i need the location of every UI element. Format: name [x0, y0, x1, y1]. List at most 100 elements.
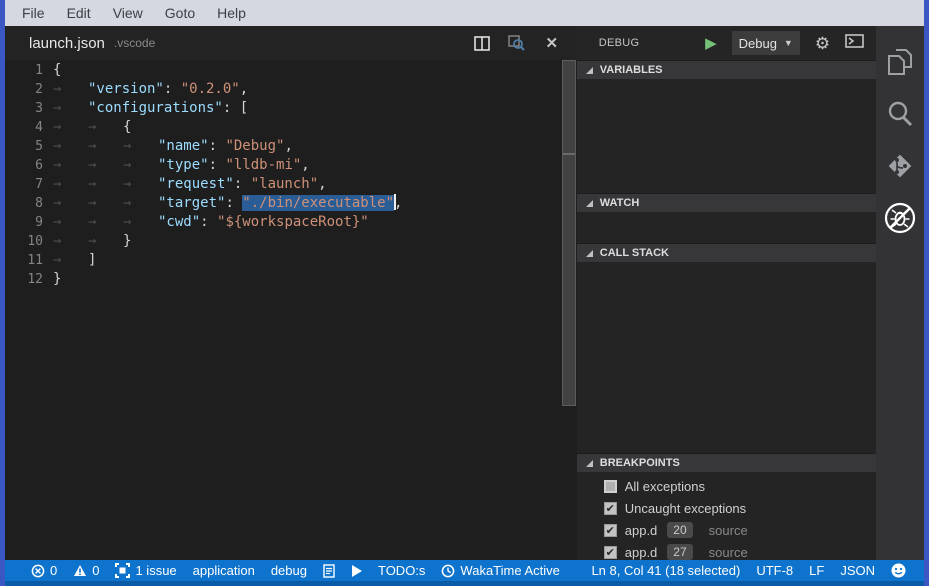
debug-icon[interactable] [876, 192, 924, 244]
tab-whitespace-arrow: → [123, 175, 158, 194]
status-item-label: Ln 8, Col 41 (18 selected) [591, 563, 740, 578]
section-label: CALL STACK [600, 247, 669, 259]
tab-whitespace-arrow: → [88, 118, 123, 137]
breakpoint-row[interactable]: ✔app.d20source [577, 519, 876, 541]
code-line[interactable]: 4→→{ [5, 118, 577, 137]
code-line[interactable]: 10→→} [5, 232, 577, 251]
breakpoint-label: app.d [625, 523, 658, 538]
clock-icon [441, 564, 455, 578]
menu-item-view[interactable]: View [102, 5, 154, 21]
call-stack-body [577, 262, 876, 453]
breakpoint-checkbox[interactable]: ✔ [604, 546, 617, 559]
section-header-variables[interactable]: VARIABLES [577, 60, 876, 79]
breakpoint-label: All exceptions [625, 479, 705, 494]
start-debug-button[interactable]: ▶ [705, 36, 717, 51]
smiley-icon [891, 563, 906, 578]
line-number: 8 [5, 194, 43, 213]
tab-whitespace-arrow: → [88, 194, 123, 213]
preview-icon[interactable] [508, 34, 526, 52]
close-editor-icon[interactable]: ✕ [543, 34, 561, 52]
configure-gear-icon[interactable]: ⚙ [815, 35, 830, 52]
debug-config-dropdown[interactable]: Debug ▼ [732, 31, 800, 55]
breakpoint-row[interactable]: ✔app.d27source [577, 541, 876, 560]
debug-console-icon[interactable] [845, 34, 864, 53]
section-header-call-stack[interactable]: CALL STACK [577, 243, 876, 262]
menu-item-edit[interactable]: Edit [56, 5, 102, 21]
breakpoint-checkbox[interactable] [604, 480, 617, 493]
menu-item-goto[interactable]: Goto [154, 5, 206, 21]
breakpoint-row[interactable]: ✔Uncaught exceptions [577, 497, 876, 519]
code-line[interactable]: 3→"configurations": [ [5, 99, 577, 118]
status-item[interactable]: application [185, 563, 263, 578]
tab-whitespace-arrow: → [123, 213, 158, 232]
code-token: , [240, 81, 248, 97]
code-line[interactable]: 7→→→"request": "launch", [5, 175, 577, 194]
git-icon[interactable] [876, 140, 924, 192]
status-item-error[interactable]: 0 [23, 563, 65, 578]
code-line[interactable]: 6→→→"type": "lldb-mi", [5, 156, 577, 175]
collapse-arrow-icon [586, 460, 593, 467]
status-item[interactable]: Ln 8, Col 41 (18 selected) [583, 563, 748, 578]
code-editor[interactable]: 1{2→"version": "0.2.0",3→"configurations… [5, 60, 577, 560]
files-icon[interactable] [876, 36, 924, 88]
tab-whitespace-arrow: → [53, 232, 88, 251]
status-item-clock[interactable]: WakaTime Active [433, 563, 567, 578]
line-number: 7 [5, 175, 43, 194]
breakpoint-origin: source [709, 545, 748, 560]
status-item-label: WakaTime Active [460, 563, 559, 578]
code-line[interactable]: 9→→→"cwd": "${workspaceRoot}" [5, 213, 577, 232]
code-token: "cwd" [158, 214, 200, 230]
code-token: } [123, 233, 131, 249]
code-token: } [53, 271, 61, 287]
code-token: : [234, 176, 251, 192]
status-item-label: JSON [840, 563, 875, 578]
code-line[interactable]: 8→→→"target": "./bin/executable", [5, 194, 577, 213]
breakpoint-checkbox[interactable]: ✔ [604, 502, 617, 515]
line-number: 12 [5, 270, 43, 289]
section-label: WATCH [600, 197, 640, 209]
menu-item-help[interactable]: Help [206, 5, 257, 21]
status-item-play[interactable] [343, 565, 370, 577]
line-number: 1 [5, 61, 43, 80]
debug-sidebar: DEBUG ▶ Debug ▼ ⚙ [577, 26, 876, 560]
split-editor-icon[interactable] [473, 34, 491, 52]
status-item-smiley[interactable] [883, 563, 914, 578]
code-token: "version" [88, 81, 164, 97]
status-item[interactable]: UTF-8 [748, 563, 801, 578]
status-item[interactable]: JSON [832, 563, 883, 578]
tab-whitespace-arrow: → [53, 213, 88, 232]
line-number: 9 [5, 213, 43, 232]
watch-body [577, 212, 876, 243]
status-item[interactable]: LF [801, 563, 832, 578]
code-line[interactable]: 5→→→"name": "Debug", [5, 137, 577, 156]
warning-icon [73, 564, 87, 577]
section-header-watch[interactable]: WATCH [577, 193, 876, 212]
line-number: 6 [5, 156, 43, 175]
code-token: : [223, 100, 240, 116]
play-icon [351, 565, 362, 577]
menu-item-file[interactable]: File [11, 5, 56, 21]
line-number: 4 [5, 118, 43, 137]
code-line[interactable]: 12} [5, 270, 577, 289]
code-line[interactable]: 11→] [5, 251, 577, 270]
collapse-arrow-icon [586, 67, 593, 74]
tab-whitespace-arrow: → [53, 137, 88, 156]
status-item-label: TODO:s [378, 563, 425, 578]
status-item[interactable]: TODO:s [370, 563, 433, 578]
selected-text: "./bin/executable" [242, 195, 394, 211]
section-header-breakpoints[interactable]: BREAKPOINTS [577, 453, 876, 472]
status-item-label: debug [271, 563, 307, 578]
status-item-note[interactable] [315, 564, 343, 578]
status-item[interactable]: debug [263, 563, 315, 578]
status-item-issues[interactable]: 1 issue [107, 563, 184, 578]
editor-scrollbar[interactable] [562, 60, 576, 406]
code-line[interactable]: 2→"version": "0.2.0", [5, 80, 577, 99]
code-line[interactable]: 1{ [5, 61, 577, 80]
editor-group: launch.json .vscode [5, 26, 577, 560]
status-item-warning[interactable]: 0 [65, 563, 107, 578]
breakpoint-row[interactable]: All exceptions [577, 475, 876, 497]
breakpoint-line-badge: 20 [667, 522, 692, 538]
search-icon[interactable] [876, 88, 924, 140]
breakpoint-checkbox[interactable]: ✔ [604, 524, 617, 537]
code-token: "request" [158, 176, 234, 192]
